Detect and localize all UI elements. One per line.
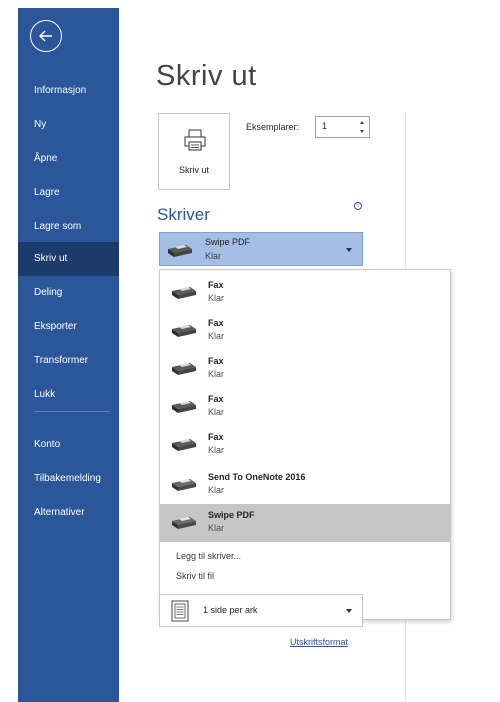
back-button[interactable] xyxy=(30,20,62,52)
sidebar-item-konto[interactable]: Konto xyxy=(18,428,119,462)
fax-printer-icon xyxy=(172,439,196,451)
page-title: Skriv ut xyxy=(156,60,257,92)
printer-list-item[interactable]: Fax Klar xyxy=(160,350,450,388)
sidebar-item-tilbakemelding[interactable]: Tilbakemelding xyxy=(18,462,119,496)
printer-icon xyxy=(172,517,196,529)
printer-dropdown[interactable]: Swipe PDF Klar xyxy=(159,232,363,266)
printer-list-item[interactable]: Send To OneNote 2016 Klar xyxy=(160,466,450,504)
fax-printer-icon xyxy=(172,287,196,299)
page-setup-link[interactable]: Utskriftsformat xyxy=(290,637,348,647)
chevron-down-icon xyxy=(346,609,352,613)
info-icon[interactable]: i xyxy=(354,202,362,210)
sidebar-item-lukk[interactable]: Lukk xyxy=(18,378,119,412)
copies-value: 1 xyxy=(322,121,328,131)
printer-list: Fax Klar Fax Klar Fax Klar Fax Klar Fax … xyxy=(159,269,451,620)
page-layout-icon xyxy=(171,600,189,622)
fax-printer-icon xyxy=(172,363,196,375)
printer-status: Klar xyxy=(208,445,225,455)
printer-status: Klar xyxy=(208,331,225,341)
sidebar-item-informasjon[interactable]: Informasjon xyxy=(18,74,119,108)
printer-section-title: Skriver xyxy=(157,205,210,224)
printer-status: Klar xyxy=(208,293,225,303)
copies-input[interactable]: 1 xyxy=(315,116,370,138)
printer-name: Fax xyxy=(208,318,224,328)
fax-printer-icon xyxy=(172,325,196,337)
sidebar-item-ny[interactable]: Ny xyxy=(18,108,119,142)
printer-name: Fax xyxy=(208,356,224,366)
printer-name: Swipe PDF xyxy=(208,510,255,520)
spin-arrows-icon[interactable] xyxy=(359,120,366,134)
copies-label: Eksemplarer: xyxy=(246,122,300,132)
sidebar-item-lagre-som[interactable]: Lagre som xyxy=(18,210,119,244)
sidebar-item-transformer[interactable]: Transformer xyxy=(18,344,119,378)
sidebar-item-lagre[interactable]: Lagre xyxy=(18,176,119,210)
printer-list-item[interactable]: Fax Klar xyxy=(160,388,450,426)
printer-name: Fax xyxy=(208,432,224,442)
print-button-label: Skriv ut xyxy=(178,165,209,175)
print-to-file-option[interactable]: Skriv til fil xyxy=(176,571,214,581)
printer-name: Send To OneNote 2016 xyxy=(208,472,306,482)
sidebar-item-deling[interactable]: Deling xyxy=(18,276,119,310)
printer-list-item[interactable]: Fax Klar xyxy=(160,312,450,350)
back-arrow-icon xyxy=(39,30,52,42)
pages-per-sheet-dropdown[interactable]: 1 side per ark xyxy=(159,594,363,627)
printer-name: Fax xyxy=(208,280,224,290)
printer-icon xyxy=(184,129,206,151)
printer-list-item[interactable]: Fax Klar xyxy=(160,426,450,464)
fax-printer-icon xyxy=(172,401,196,413)
printer-status: Klar xyxy=(208,523,225,533)
fax-printer-icon xyxy=(168,245,192,257)
printer-status: Klar xyxy=(208,369,225,379)
print-backstage: Informasjon Ny Åpne Lagre Lagre som Skri… xyxy=(0,0,500,702)
backstage-sidebar: Informasjon Ny Åpne Lagre Lagre som Skri… xyxy=(18,8,119,702)
print-button[interactable]: Skriv ut xyxy=(158,113,230,190)
selected-printer-name: Swipe PDF xyxy=(205,237,251,247)
add-printer-link[interactable]: Legg til skriver... xyxy=(176,551,241,561)
sidebar-item-eksporter[interactable]: Eksporter xyxy=(18,310,119,344)
sidebar-item-alternativer[interactable]: Alternativer xyxy=(18,496,119,530)
printer-status: Klar xyxy=(208,485,225,495)
sidebar-item-skriv-ut[interactable]: Skriv ut xyxy=(18,242,119,276)
sidebar-item-apne[interactable]: Åpne xyxy=(18,142,119,176)
pages-per-sheet-value: 1 side per ark xyxy=(203,605,258,615)
selected-printer-status: Klar xyxy=(205,251,222,261)
printer-status: Klar xyxy=(208,407,225,417)
chevron-down-icon xyxy=(346,248,352,252)
sidebar-divider xyxy=(34,411,110,412)
printer-icon xyxy=(172,479,196,491)
printer-list-item[interactable]: Fax Klar xyxy=(160,274,450,312)
printer-list-item-selected[interactable]: Swipe PDF Klar xyxy=(160,504,450,542)
printer-name: Fax xyxy=(208,394,224,404)
